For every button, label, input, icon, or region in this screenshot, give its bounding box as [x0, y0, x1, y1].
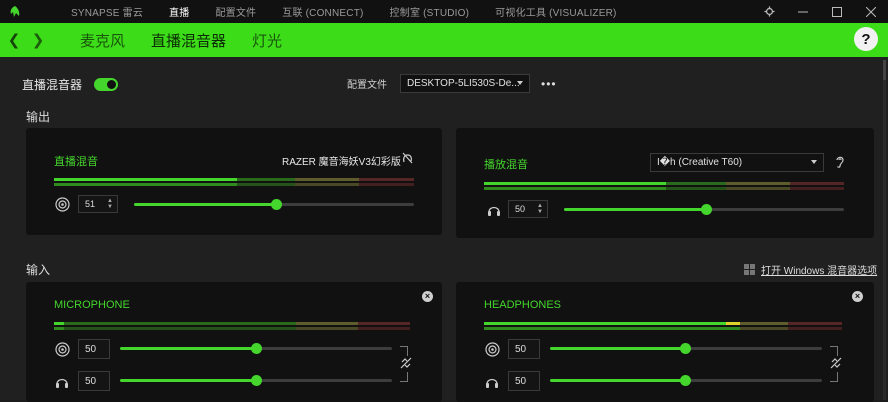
stream-mix-title: 直播混音: [54, 156, 98, 168]
stream-mix-card: 直播混音 RAZER 魔音海妖V3幻彩版 51 ▲ ▼: [26, 128, 442, 235]
sub-navigation-bar: ❮ ❯ 麦克风 直播混音器 灯光 ?: [0, 23, 888, 57]
settings-gear-icon[interactable]: [752, 0, 786, 23]
playback-mix-meter: [484, 182, 844, 190]
broadcast-icon: [54, 341, 70, 357]
input-section-label: 输入: [26, 263, 51, 277]
remove-headphones-button[interactable]: ×: [852, 291, 863, 302]
unlink-icon[interactable]: [399, 356, 413, 370]
profile-label: 配置文件: [347, 80, 387, 91]
headphones-stream-slider[interactable]: [550, 343, 822, 354]
slider-thumb[interactable]: [680, 343, 691, 354]
remove-microphone-button[interactable]: ×: [422, 291, 433, 302]
minimize-button[interactable]: [786, 0, 820, 23]
windows-mixer-link-text: 打开 Windows 混音器选项: [761, 266, 878, 277]
headphones-icon: [486, 201, 502, 217]
ear-icon[interactable]: [834, 154, 846, 168]
headphones-icon: [484, 373, 500, 389]
microphone-stream-volume-value: 50: [85, 343, 97, 355]
help-icon[interactable]: ?: [854, 27, 878, 51]
more-options-icon[interactable]: •••: [541, 77, 557, 91]
microphone-stream-volume-input[interactable]: 50: [78, 339, 110, 359]
slider-thumb[interactable]: [271, 199, 282, 210]
slider-thumb[interactable]: [251, 343, 262, 354]
slider-thumb[interactable]: [251, 375, 262, 386]
microphone-monitor-volume-value: 50: [85, 375, 97, 387]
slider-thumb[interactable]: [701, 204, 712, 215]
razer-logo-icon[interactable]: [0, 0, 30, 23]
mixer-title: 直播混音器: [22, 78, 83, 92]
headphones-title: HEADPHONES: [484, 299, 562, 311]
playback-mix-volume-input[interactable]: 50 ▲ ▼: [508, 200, 548, 218]
stream-mix-volume-input[interactable]: 51 ▲ ▼: [78, 195, 118, 213]
link-bracket-top: [400, 346, 408, 356]
headphones-icon: [54, 373, 70, 389]
playback-device-dropdown[interactable]: I�h (Creative T60): [650, 153, 824, 172]
profile-selector: 配置文件 DESKTOP-5LI530S-De...: [347, 74, 530, 93]
unlink-icon[interactable]: [829, 356, 843, 370]
playback-mix-title: 播放混音: [484, 159, 528, 171]
scrollbar-thumb[interactable]: [883, 60, 886, 80]
stepper-arrows-icon[interactable]: ▲ ▼: [107, 198, 113, 210]
headphones-monitor-slider[interactable]: [550, 375, 822, 386]
microphone-monitor-slider[interactable]: [120, 375, 392, 386]
headphones-monitor-volume-input[interactable]: 50: [508, 371, 540, 391]
profile-value: DESKTOP-5LI530S-De...: [407, 78, 520, 89]
chevron-down-icon: [517, 81, 523, 85]
top-navigation: SYNAPSE 雷云 直播 配置文件 互联 (CONNECT) 控制室 (STU…: [30, 0, 630, 23]
link-bracket-top: [830, 346, 838, 356]
stream-mix-volume-slider[interactable]: [134, 199, 414, 210]
chevron-down-icon: [811, 160, 817, 164]
windows-mixer-link[interactable]: 打开 Windows 混音器选项: [744, 262, 877, 277]
nav-studio[interactable]: 控制室 (STUDIO): [377, 4, 483, 19]
microphone-card: MICROPHONE × 50 50: [26, 282, 442, 402]
stream-mix-device: RAZER 魔音海妖V3幻彩版: [282, 157, 401, 168]
broadcast-icon: [484, 341, 500, 357]
playback-mix-volume-slider[interactable]: [564, 204, 844, 215]
link-bracket-bottom: [400, 372, 408, 382]
nav-connect[interactable]: 互联 (CONNECT): [269, 4, 376, 19]
playback-device-value: I�h (Creative T60): [657, 157, 743, 168]
link-bracket-bottom: [830, 372, 838, 382]
windows-logo-icon: [744, 264, 756, 275]
stream-mix-volume-value: 51: [85, 199, 96, 209]
nav-visualizer[interactable]: 可视化工具 (VISUALIZER): [482, 4, 629, 19]
headphones-meter: [484, 322, 842, 330]
microphone-meter: [54, 322, 410, 330]
headset-muted-icon[interactable]: [401, 152, 413, 164]
mixer-toggle[interactable]: [94, 78, 119, 91]
stepper-arrows-icon[interactable]: ▲ ▼: [537, 203, 543, 215]
mixer-header: 直播混音器: [22, 76, 119, 93]
microphone-stream-slider[interactable]: [120, 343, 392, 354]
microphone-monitor-volume-input[interactable]: 50: [78, 371, 110, 391]
back-arrow-icon[interactable]: ❮: [2, 23, 26, 57]
profile-dropdown[interactable]: DESKTOP-5LI530S-De...: [400, 74, 530, 93]
tab-lighting[interactable]: 灯光: [252, 30, 282, 51]
microphone-title: MICROPHONE: [54, 299, 130, 311]
headphones-card: HEADPHONES × 50 50: [456, 282, 874, 402]
window-controls: [752, 0, 888, 23]
headphones-monitor-volume-value: 50: [515, 375, 527, 387]
headphones-stream-volume-input[interactable]: 50: [508, 339, 540, 359]
stream-mix-meter: [54, 178, 414, 186]
forward-arrow-icon[interactable]: ❯: [26, 23, 50, 57]
maximize-button[interactable]: [820, 0, 854, 23]
nav-synapse[interactable]: SYNAPSE 雷云: [58, 4, 156, 19]
close-window-button[interactable]: [854, 0, 888, 23]
nav-profiles[interactable]: 配置文件: [202, 4, 269, 19]
title-bar: SYNAPSE 雷云 直播 配置文件 互联 (CONNECT) 控制室 (STU…: [0, 0, 888, 23]
playback-mix-card: 播放混音 I�h (Creative T60) 50 ▲ ▼: [456, 128, 874, 238]
slider-thumb[interactable]: [680, 375, 691, 386]
tab-microphone[interactable]: 麦克风: [80, 30, 125, 51]
output-section-label: 输出: [26, 110, 51, 124]
broadcast-icon: [54, 196, 70, 212]
headphones-stream-volume-value: 50: [515, 343, 527, 355]
nav-stream[interactable]: 直播: [156, 4, 202, 19]
scrollbar-track[interactable]: [883, 60, 886, 400]
playback-mix-volume-value: 50: [515, 204, 526, 214]
tab-stream-mixer[interactable]: 直播混音器: [151, 30, 226, 51]
